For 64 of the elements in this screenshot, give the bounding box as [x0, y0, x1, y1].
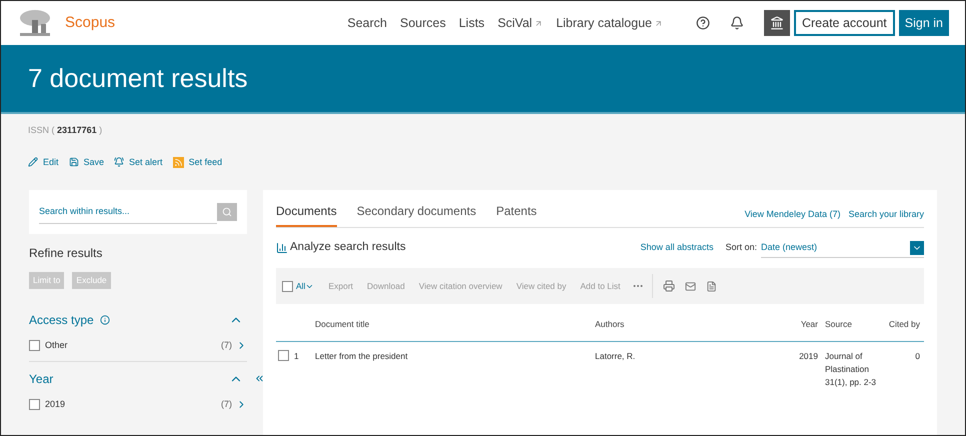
tab[interactable]: Documents [276, 202, 337, 227]
institution-button[interactable] [764, 10, 790, 36]
analyze-link[interactable]: Analyze search results [276, 239, 406, 257]
collapse-sidebar-icon[interactable] [254, 373, 265, 384]
save-icon [68, 157, 79, 168]
checkbox[interactable] [29, 398, 40, 410]
cited-by-cell-text: 0 [914, 350, 921, 363]
search-field[interactable]: Search within results... [39, 200, 217, 224]
sort-dropdown[interactable]: Date (newest) [761, 238, 924, 258]
info-icon[interactable] [100, 315, 110, 325]
select-all-dropdown[interactable]: All [296, 280, 314, 292]
row-number: 1 [294, 350, 299, 362]
nav-link[interactable]: Library catalogue [556, 14, 663, 32]
search-query: ISSN ( 23117761 ) [28, 124, 104, 137]
bell-icon [114, 157, 124, 168]
facet-title[interactable]: Access type [29, 311, 94, 329]
bank-icon [770, 16, 784, 30]
tab[interactable]: Secondary documents [356, 202, 476, 227]
bar-chart-icon [276, 242, 288, 254]
help-icon[interactable] [696, 16, 710, 30]
column-header[interactable]: Authors [592, 314, 782, 342]
page-title: 7 document results [28, 62, 248, 95]
search-input[interactable]: Search within results... [39, 204, 217, 218]
create-account-button[interactable]: Create account [794, 10, 895, 36]
checkbox[interactable] [278, 350, 289, 361]
sign-in-button[interactable]: Sign in [898, 10, 949, 36]
facet-count: (7) [221, 339, 232, 352]
brand-name[interactable]: Scopus [65, 12, 116, 34]
nav-link[interactable]: Lists [458, 14, 485, 32]
column-header[interactable]: Source [822, 314, 882, 342]
year-cell-text: 2019 [798, 350, 819, 363]
tree-logo-icon [17, 8, 53, 38]
checkbox[interactable] [29, 340, 40, 352]
email-icon[interactable] [685, 280, 696, 292]
action-link[interactable]: Save [68, 156, 104, 169]
document-icon[interactable] [706, 280, 718, 292]
facet-option[interactable]: 2019 [45, 398, 66, 411]
column-header[interactable]: Document title [312, 314, 592, 342]
source-cell-text: Journal of Plastination 31(1), pp. 2-3 [824, 350, 878, 389]
nav-link[interactable]: SciVal [498, 14, 544, 32]
pencil-icon [28, 157, 38, 168]
document-title[interactable]: Letter from the president [312, 342, 592, 389]
action-link[interactable]: Set feed [172, 156, 222, 169]
action-link[interactable]: Set alert [114, 156, 163, 169]
sort-label: Sort on: [725, 241, 757, 254]
column-header[interactable]: Cited by [882, 314, 924, 342]
facet-count: (7) [221, 398, 232, 411]
facet-title[interactable]: Year [29, 370, 54, 388]
column-header[interactable]: Year [782, 314, 822, 342]
nav-link[interactable]: Search [347, 14, 387, 32]
facet-option[interactable]: Other [45, 339, 68, 352]
tab[interactable]: Patents [496, 202, 537, 227]
print-icon[interactable] [663, 280, 676, 292]
authors-cell[interactable]: Latorre, R. [592, 342, 782, 389]
header-link[interactable]: View Mendeley Data (7) [744, 208, 840, 221]
header-link[interactable]: Search your library [848, 208, 924, 221]
sidebar-heading: Refine results [29, 245, 104, 262]
action-link[interactable]: Edit [28, 156, 59, 169]
search-icon [222, 207, 232, 217]
show-abstracts-link[interactable]: Show all abstracts [640, 241, 714, 255]
nav-link[interactable]: Sources [400, 14, 446, 32]
bell-icon[interactable] [730, 16, 744, 30]
rss-icon [172, 156, 184, 168]
checkbox[interactable] [282, 280, 293, 292]
